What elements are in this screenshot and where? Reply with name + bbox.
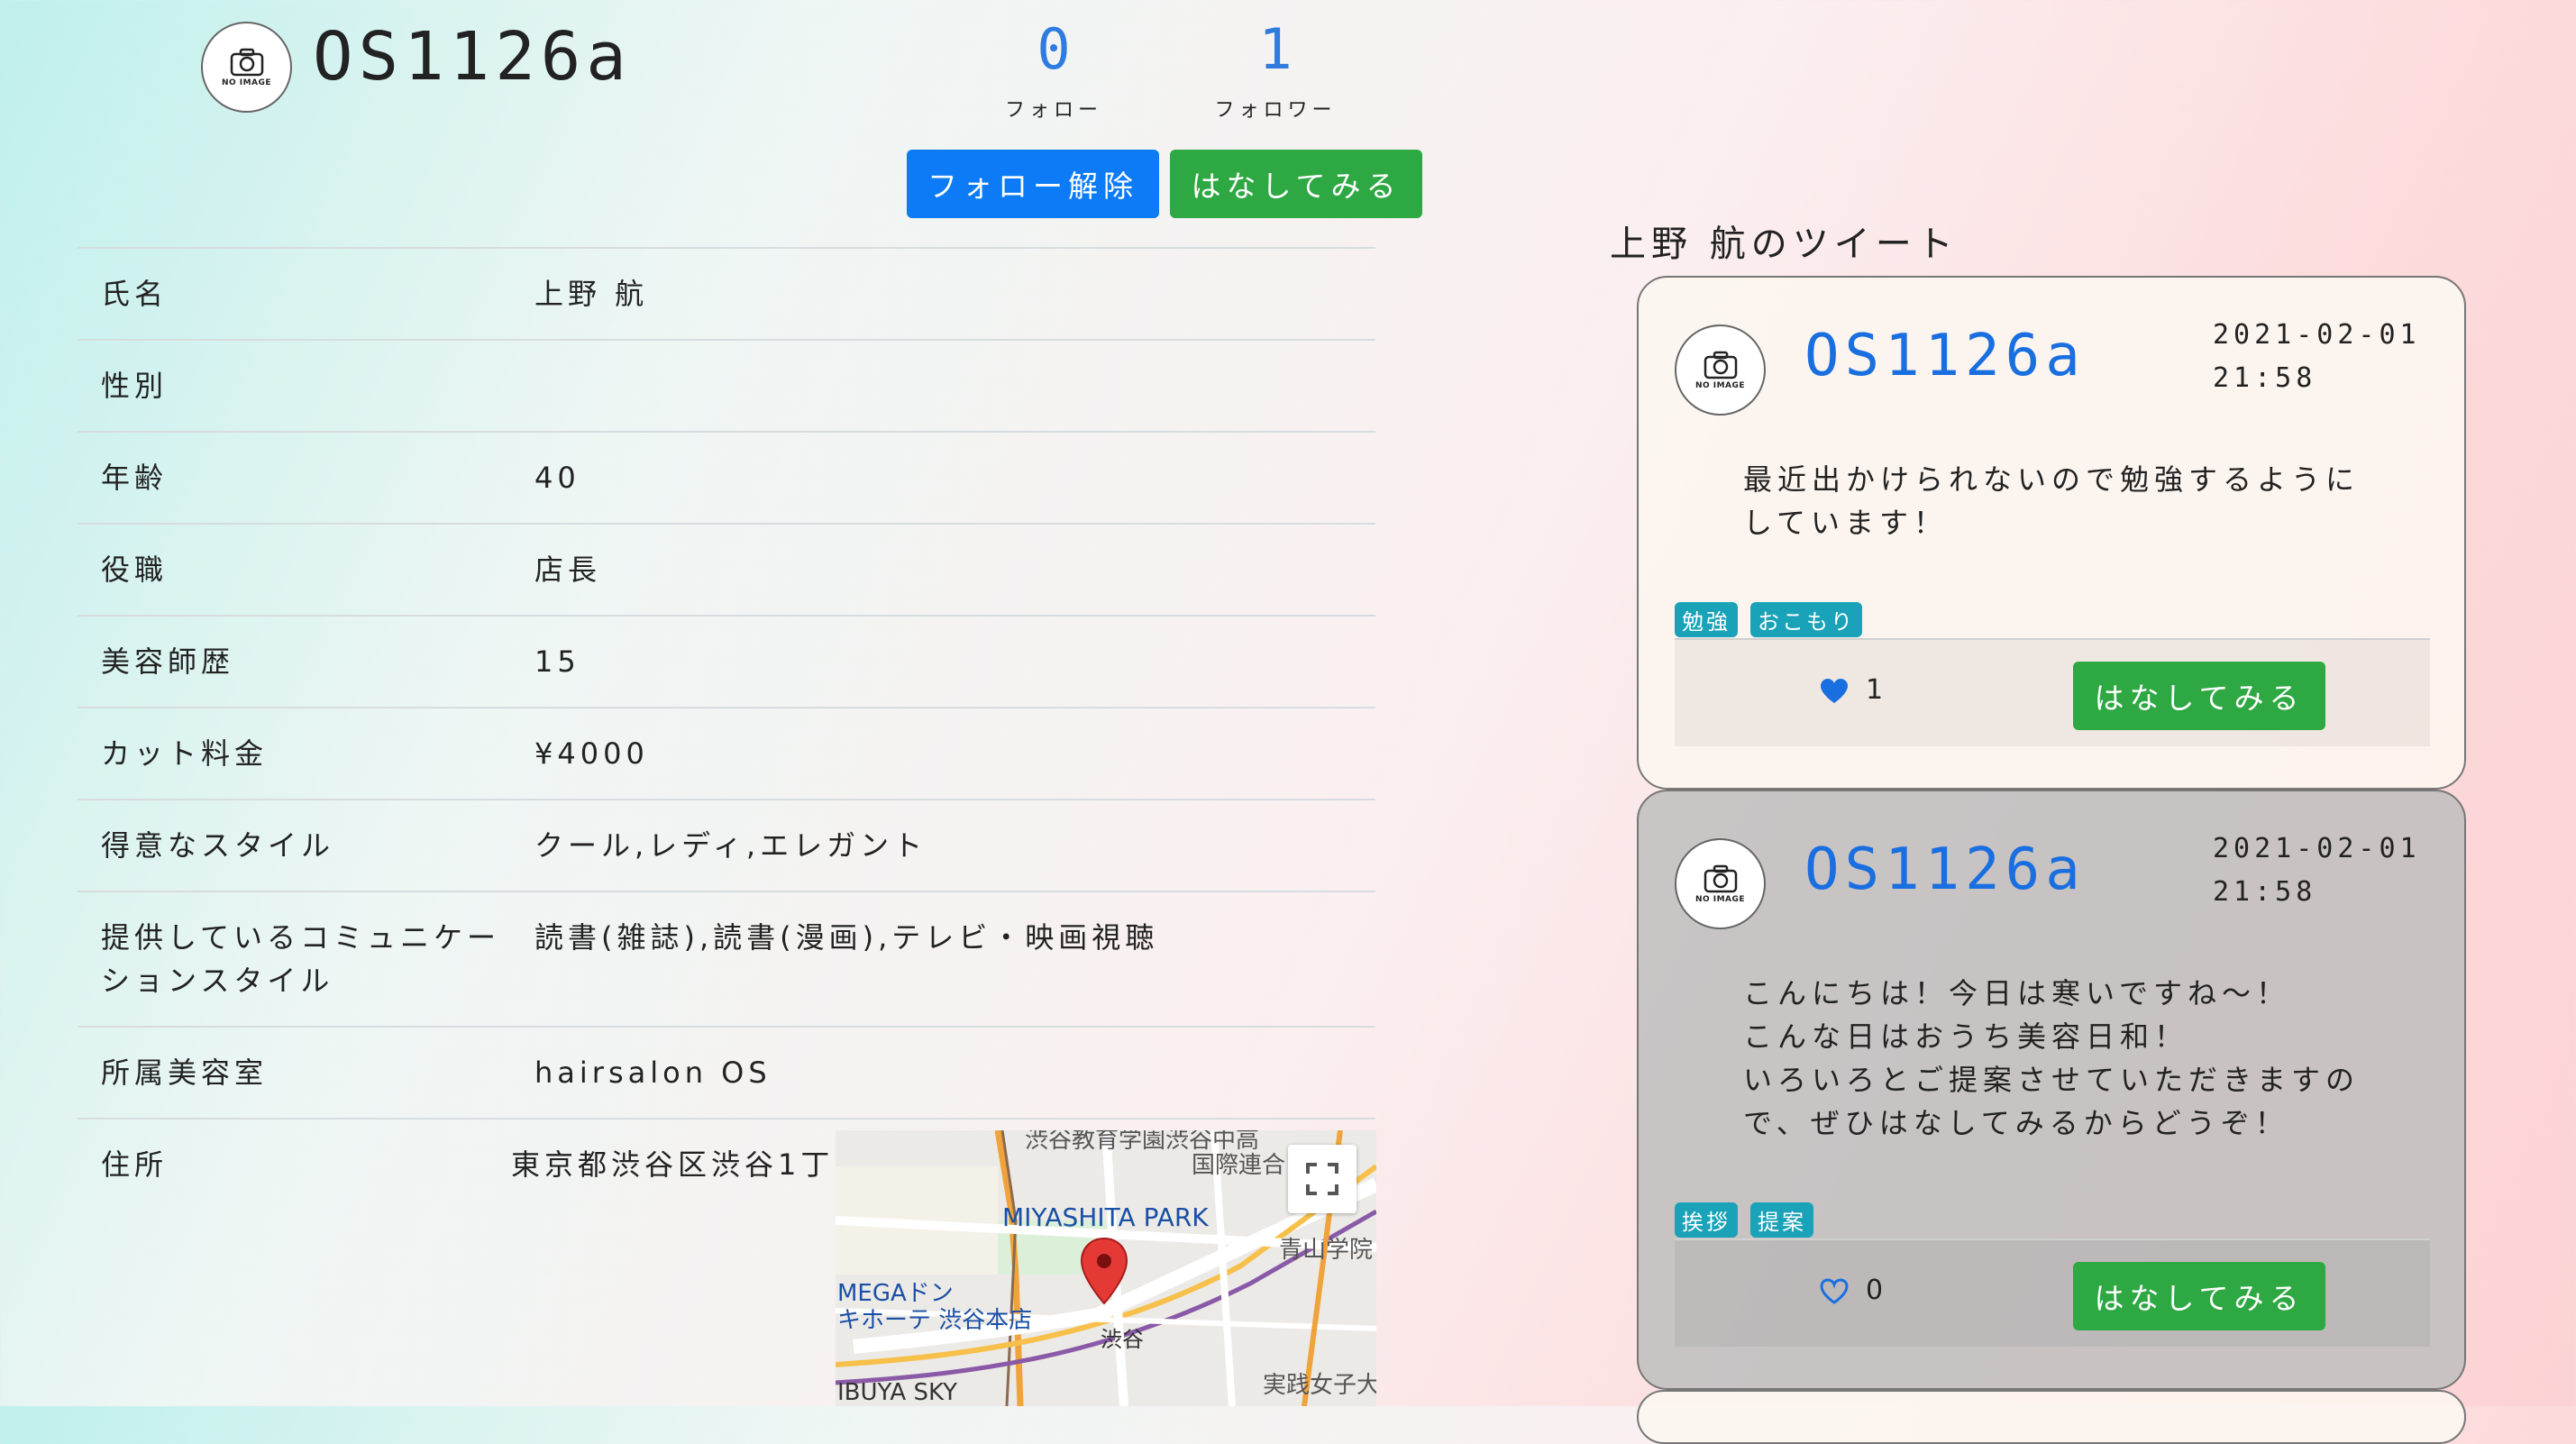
no-image-label: NO IMAGE: [221, 78, 272, 87]
profile-key: 住所: [78, 1118, 511, 1210]
profile-value: 読書(雑誌),読書(漫画),テレビ・映画視聴: [511, 891, 1375, 1027]
tweet-body-line: しています！: [1743, 506, 1949, 540]
map-label: MIYASHITA PARK: [1002, 1202, 1209, 1232]
camera-icon: [230, 48, 263, 76]
no-image-label: NO IMAGE: [1694, 894, 1746, 904]
profile-row-age: 年齢 40: [78, 431, 1375, 524]
heart-filled-icon: [1821, 678, 1848, 703]
tweet-body: こんにちは！今日は寒いですね〜！ こんな日はおうち美容日和！ いろいろとご提案さ…: [1743, 972, 2360, 1145]
profile-key: 美容師歴: [78, 615, 511, 708]
tweet-tag[interactable]: 提案: [1750, 1202, 1813, 1238]
tweet-body-line: 最近出かけられないので勉強するように: [1743, 462, 2361, 497]
tweet-talk-button[interactable]: はなしてみる: [2073, 662, 2325, 730]
profile-value: 15: [511, 615, 1375, 708]
tweet-body: 最近出かけられないので勉強するように しています！: [1743, 458, 2360, 544]
like-count: 1: [1866, 674, 1884, 706]
tweet-body-line: こんにちは！今日は寒いですね〜！: [1743, 976, 2291, 1010]
profile-avatar: NO IMAGE: [201, 22, 292, 113]
profile-row-career: 美容師歴 15: [78, 615, 1375, 708]
tweet-body-line: こんな日はおうち美容日和！: [1743, 1019, 2189, 1054]
unfollow-button[interactable]: フォロー解除: [907, 150, 1159, 218]
map-label: 青山学院: [1279, 1237, 1374, 1264]
talk-button[interactable]: はなしてみる: [1170, 150, 1422, 218]
map-label: キホーテ 渋谷本店: [837, 1307, 1033, 1334]
profile-value: クール,レディ,エレガント: [511, 799, 1375, 891]
tweet-tag[interactable]: 勉強: [1675, 602, 1738, 637]
tweet-talk-button[interactable]: はなしてみる: [2073, 1262, 2325, 1330]
tweet-body-line: で、ぜひはなしてみるからどうぞ！: [1743, 1106, 2289, 1140]
tweet-date-time: 21:58: [2213, 876, 2317, 908]
tweet-footer: 1 はなしてみる: [1675, 638, 2430, 746]
follower-count[interactable]: 1: [1221, 16, 1329, 82]
follower-label: フォロワー: [1214, 99, 1337, 122]
map-label: 渋谷: [1101, 1327, 1144, 1352]
profile-row-price: カット料金 ¥4000: [78, 707, 1375, 800]
like-button[interactable]: 1: [1819, 674, 1883, 706]
profile-row-name: 氏名 上野 航: [78, 247, 1375, 340]
tweet-tags: 勉強 おこもり: [1675, 602, 1862, 637]
tweet-body-line: いろいろとご提案させていただきますの: [1743, 1063, 2361, 1097]
profile-key: 性別: [78, 339, 511, 432]
tweet-date: 2021-02-01 21:58: [2213, 314, 2421, 400]
tweets-section-title: 上野 航のツイート: [1610, 224, 1959, 265]
tweet-date-time: 21:58: [2213, 362, 2317, 394]
follow-label: フォロー: [1004, 99, 1102, 122]
no-image-label: NO IMAGE: [1694, 380, 1746, 390]
profile-row-gender: 性別: [78, 339, 1375, 432]
profile-key: 年齢: [78, 431, 511, 524]
profile-key: 氏名: [78, 247, 511, 340]
profile-table: 氏名 上野 航 性別 年齢 40 役職 店長 美容師歴 15 カット料金 ¥4000 得意…: [78, 247, 1375, 1210]
map-marker-icon: [1080, 1237, 1128, 1305]
profile-row-salon: 所属美容室 hairsalon OS: [78, 1026, 1375, 1119]
profile-value: 上野 航: [511, 247, 1375, 340]
heart-outline-icon: [1820, 1277, 1849, 1304]
tweet-date-day: 2021-02-01: [2213, 833, 2421, 864]
map-label: IBUYA SKY: [837, 1379, 957, 1406]
tweet-username[interactable]: OS1126a: [1804, 323, 2086, 389]
profile-value: 40: [511, 431, 1375, 524]
profile-value: 店長: [511, 523, 1375, 616]
profile-key: 役職: [78, 523, 511, 616]
tweet-username[interactable]: OS1126a: [1804, 836, 2086, 903]
profile-username: OS1126a: [313, 18, 632, 96]
tweet-card: NO IMAGE OS1126a 2021-02-01 21:58 最近出かけら…: [1637, 276, 2466, 790]
follow-count[interactable]: 0: [1000, 16, 1108, 82]
profile-row-position: 役職 店長: [78, 523, 1375, 616]
tweet-tag[interactable]: おこもり: [1750, 602, 1862, 637]
tweet-date-day: 2021-02-01: [2213, 319, 2421, 351]
fullscreen-button[interactable]: [1288, 1145, 1357, 1213]
profile-value: ¥4000: [511, 707, 1375, 800]
tweet-tags: 挨拶 提案: [1675, 1202, 1813, 1238]
tweet-avatar: NO IMAGE: [1675, 324, 1766, 416]
tweet-tag[interactable]: 挨拶: [1675, 1202, 1738, 1238]
map[interactable]: 渋谷教育学園渋谷中高 国際連合 MIYASHITA PARK 青山学院 MEGA…: [836, 1130, 1376, 1406]
map-label: 国際連合: [1192, 1152, 1286, 1179]
profile-key: 得意なスタイル: [78, 799, 511, 891]
profile-row-communication: 提供しているコミュニケーションスタイル 読書(雑誌),読書(漫画),テレビ・映画視…: [78, 891, 1375, 1027]
tweet-footer: 0 はなしてみる: [1675, 1238, 2430, 1347]
camera-icon: [1704, 864, 1737, 892]
camera-icon: [1704, 351, 1737, 379]
profile-row-style: 得意なスタイル クール,レディ,エレガント: [78, 799, 1375, 891]
like-button[interactable]: 0: [1819, 1275, 1883, 1306]
profile-key: 所属美容室: [78, 1026, 511, 1119]
profile-value: hairsalon OS: [511, 1026, 1375, 1119]
tweet-card: NO IMAGE OS1126a 2021-02-01 21:58 こんにちは！…: [1637, 790, 2466, 1390]
profile-key: カット料金: [78, 707, 511, 800]
fullscreen-icon: [1306, 1163, 1338, 1195]
map-label: 実践女子大: [1263, 1372, 1376, 1399]
profile-key: 提供しているコミュニケーションスタイル: [78, 891, 511, 1027]
tweet-date: 2021-02-01 21:58: [2213, 827, 2421, 914]
tweet-card-partial: [1637, 1390, 2466, 1444]
like-count: 0: [1866, 1275, 1884, 1306]
profile-value: [511, 339, 1375, 432]
tweet-avatar: NO IMAGE: [1675, 838, 1766, 929]
